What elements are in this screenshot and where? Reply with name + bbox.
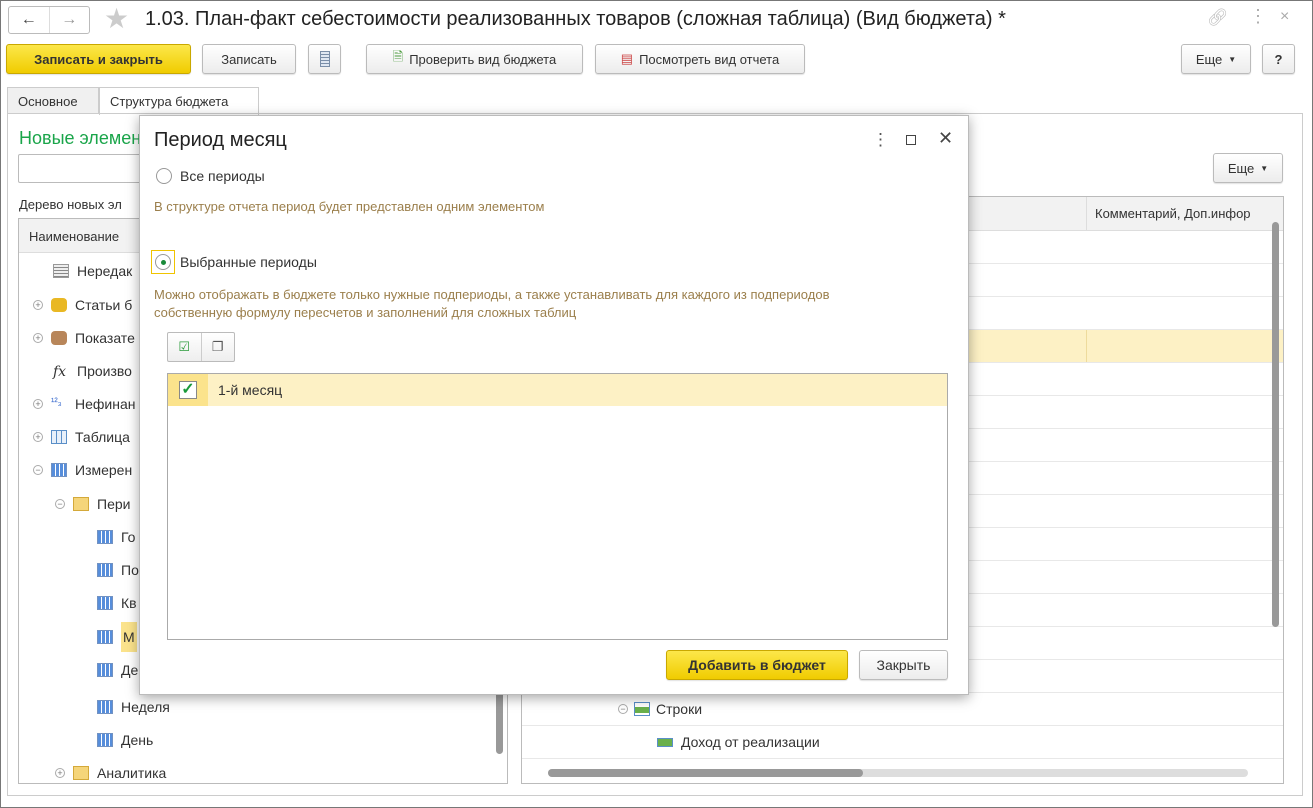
more-button[interactable]: Еще ▼ — [1181, 44, 1251, 74]
tree-item[interactable]: − Измерен — [33, 457, 132, 483]
expand-icon[interactable]: + — [55, 768, 65, 778]
period-icon — [97, 733, 113, 747]
table-vscrollbar[interactable] — [1272, 222, 1279, 627]
dialog-close-icon[interactable]: ✕ — [938, 128, 953, 149]
dialog-menu-icon[interactable]: ⋮ — [872, 130, 889, 150]
nav-buttons: ← → — [8, 6, 90, 34]
column-header-comment[interactable]: Комментарий, Доп.инфор — [1086, 197, 1259, 231]
period-icon — [97, 563, 113, 577]
period-icon — [97, 530, 113, 544]
tab-budget-structure[interactable]: Структура бюджета — [99, 87, 259, 115]
view-report-button[interactable]: ▤ Посмотреть вид отчета — [595, 44, 805, 74]
tree-item[interactable]: + Статьи б — [33, 292, 132, 318]
section-title: Новые элемен — [19, 128, 142, 148]
menu-dots-icon[interactable]: ⋮ — [1249, 6, 1267, 27]
period-icon — [97, 596, 113, 610]
save-close-button[interactable]: Записать и закрыть — [6, 44, 191, 74]
collapse-icon[interactable]: − — [618, 704, 628, 714]
formula-icon: fx — [53, 364, 67, 380]
coins-icon — [51, 331, 67, 345]
hint-all: В структуре отчета период будет представ… — [154, 199, 545, 214]
period-icon — [97, 663, 113, 677]
numbers-icon: ¹²₃ — [51, 397, 62, 408]
close-icon[interactable]: × — [1280, 8, 1289, 26]
expand-icon[interactable]: + — [33, 333, 43, 343]
tree-item[interactable]: − Пери — [55, 491, 130, 517]
folder-icon — [73, 497, 89, 511]
save-button[interactable]: Записать — [202, 44, 296, 74]
tree-item[interactable]: Го — [97, 524, 135, 550]
help-button[interactable]: ? — [1262, 44, 1295, 74]
dialog-title: Период месяц — [154, 129, 287, 151]
period-icon — [97, 630, 113, 644]
expand-icon[interactable]: + — [33, 432, 43, 442]
link-icon[interactable]: 🔗︎ — [1207, 8, 1229, 28]
tree-item[interactable]: День — [97, 727, 153, 753]
tree-item[interactable]: + Таблица — [33, 424, 130, 450]
period-row[interactable]: ✓ 1-й месяц — [168, 374, 947, 406]
hint-selected: Можно отображать в бюджете только нужные… — [154, 287, 830, 320]
tree-label: Дерево новых эл — [19, 197, 122, 212]
star-icon[interactable]: ★ — [104, 2, 129, 35]
period-dialog: Период месяц ⋮ ✕ Все периоды В структуре… — [139, 115, 969, 695]
check-doc-icon: 🗎 — [392, 49, 404, 64]
tree-item[interactable]: По — [97, 557, 139, 583]
forward-button[interactable]: → — [48, 7, 90, 33]
radio-checked-icon — [155, 254, 171, 270]
table-row[interactable]: − Строки — [522, 693, 1283, 726]
row-item-icon — [657, 737, 673, 747]
add-to-budget-button[interactable]: Добавить в бюджет — [666, 650, 848, 680]
list-icon-button[interactable] — [308, 44, 341, 74]
period-icon — [97, 700, 113, 714]
list-command-bar: ☑ ❐ — [167, 332, 235, 362]
text-icon — [53, 264, 69, 278]
collapse-icon[interactable]: − — [55, 499, 65, 509]
radio-focus — [151, 250, 175, 274]
check-budget-button[interactable]: 🗎 Проверить вид бюджета — [366, 44, 583, 74]
dialog-close-button[interactable]: Закрыть — [859, 650, 948, 680]
chevron-down-icon: ▼ — [1260, 163, 1269, 173]
checkbox-cell: ✓ — [168, 374, 208, 406]
maximize-icon[interactable] — [906, 135, 916, 145]
radio-icon — [156, 168, 172, 184]
table-hscrollbar[interactable] — [548, 769, 1248, 777]
tree-item-selected[interactable]: М — [97, 621, 137, 653]
periods-list: ✓ 1-й месяц — [167, 373, 948, 640]
rows-icon — [634, 702, 650, 716]
list-icon — [319, 51, 330, 67]
tree-item[interactable]: Нередак — [53, 258, 132, 284]
tree-item[interactable]: fx Произво — [53, 358, 132, 384]
coins-icon — [51, 298, 67, 312]
table-row[interactable]: Доход от реализации — [522, 726, 1283, 759]
tab-main[interactable]: Основное — [7, 87, 99, 114]
folder-icon — [73, 766, 89, 780]
radio-selected-periods[interactable]: Выбранные периоды — [151, 250, 317, 274]
tree-item[interactable]: + ¹²₃ Нефинан — [33, 391, 135, 417]
report-icon: ▤ — [620, 51, 634, 66]
expand-icon[interactable]: + — [33, 399, 43, 409]
search-input[interactable] — [18, 154, 148, 183]
chevron-down-icon: ▼ — [1228, 54, 1237, 64]
tree-item[interactable]: Кв — [97, 590, 137, 616]
collapse-icon[interactable]: − — [33, 465, 43, 475]
tree-item[interactable]: + Аналитика — [55, 760, 166, 783]
check-all-icon[interactable]: ☑ — [168, 333, 202, 361]
table-icon — [51, 430, 67, 444]
cell-divider — [1086, 330, 1087, 362]
right-more-button[interactable]: Еще ▼ — [1213, 153, 1283, 183]
radio-all-periods[interactable]: Все периоды — [156, 168, 265, 184]
tree-item[interactable]: Де — [97, 657, 138, 683]
checkbox-checked[interactable]: ✓ — [179, 381, 197, 399]
uncheck-all-icon[interactable]: ❐ — [202, 333, 235, 361]
tree-item[interactable]: + Показате — [33, 325, 135, 351]
back-button[interactable]: ← — [9, 7, 49, 33]
expand-icon[interactable]: + — [33, 300, 43, 310]
tree-item[interactable]: Неделя — [97, 694, 170, 720]
window-title: 1.03. План-факт себестоимости реализован… — [145, 8, 1006, 30]
dimension-icon — [51, 463, 67, 477]
